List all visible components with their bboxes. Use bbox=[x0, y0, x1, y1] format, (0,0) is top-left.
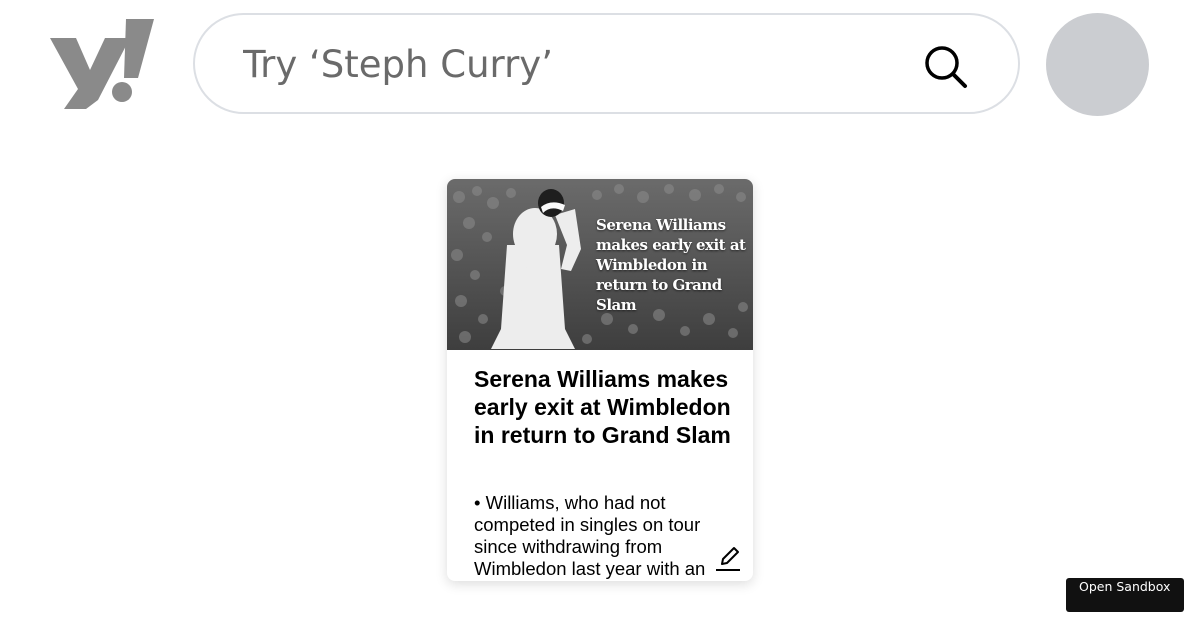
search-input[interactable] bbox=[243, 35, 903, 93]
news-card[interactable]: Serena Williams makes early exit at Wimb… bbox=[447, 179, 753, 581]
search-icon[interactable] bbox=[922, 43, 970, 91]
article-summary: • Williams, who had not competed in sing… bbox=[474, 492, 706, 579]
yahoo-logo-icon[interactable] bbox=[50, 18, 156, 110]
edit-pencil-icon[interactable] bbox=[713, 543, 743, 573]
avatar[interactable] bbox=[1046, 13, 1149, 116]
image-overlay-title: Serena Williams makes early exit at Wimb… bbox=[596, 216, 746, 314]
article-image: Serena Williams makes early exit at Wimb… bbox=[447, 179, 753, 350]
article-headline[interactable]: Serena Williams makes early exit at Wimb… bbox=[474, 365, 734, 449]
search-bar[interactable] bbox=[193, 13, 1020, 114]
open-sandbox-button[interactable]: Open Sandbox bbox=[1066, 578, 1184, 612]
